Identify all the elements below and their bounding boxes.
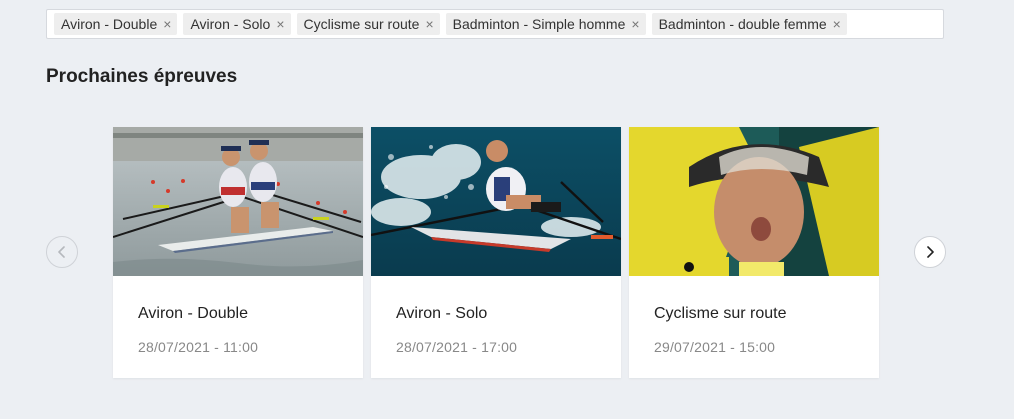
filter-tag: Badminton - double femme × — [651, 13, 847, 35]
event-title: Aviron - Solo — [396, 305, 488, 322]
event-date: 28/07/2021 - 11:00 — [138, 339, 259, 355]
event-title: Aviron - Double — [138, 305, 248, 322]
event-title: Cyclisme sur route — [654, 305, 787, 322]
chevron-right-icon — [927, 246, 934, 258]
event-date: 28/07/2021 - 17:00 — [396, 339, 518, 355]
rowing-single-photo — [371, 127, 621, 276]
remove-tag-icon[interactable]: × — [425, 17, 433, 31]
section-title: Prochaines épreuves — [46, 66, 238, 87]
remove-tag-icon[interactable]: × — [163, 17, 171, 31]
filter-tag: Badminton - Simple homme × — [445, 13, 646, 35]
rowing-double-photo — [113, 127, 363, 276]
carousel-next-button[interactable] — [914, 236, 946, 268]
remove-tag-icon[interactable]: × — [631, 17, 639, 31]
chevron-left-icon — [58, 246, 65, 258]
road-cycling-photo — [629, 127, 879, 276]
filter-tag: Aviron - Solo × — [183, 13, 291, 35]
event-card[interactable]: Cyclisme sur route 29/07/2021 - 15:00 — [629, 127, 879, 378]
filter-tag-label: Badminton - double femme — [658, 16, 827, 32]
filter-tag: Cyclisme sur route × — [296, 13, 440, 35]
event-date: 29/07/2021 - 15:00 — [654, 339, 776, 355]
filter-tag-label: Cyclisme sur route — [303, 16, 420, 32]
filter-tag: Aviron - Double × — [54, 13, 178, 35]
filter-tag-label: Aviron - Solo — [190, 16, 271, 32]
filter-tag-label: Badminton - Simple homme — [452, 16, 626, 32]
filter-tags-input[interactable]: Aviron - Double × Aviron - Solo × Cyclis… — [46, 9, 944, 39]
remove-tag-icon[interactable]: × — [276, 17, 284, 31]
event-card[interactable]: Aviron - Solo 28/07/2021 - 17:00 — [371, 127, 621, 378]
event-card[interactable]: Aviron - Double 28/07/2021 - 11:00 — [113, 127, 363, 378]
filter-tag-label: Aviron - Double — [61, 16, 158, 32]
remove-tag-icon[interactable]: × — [833, 17, 841, 31]
carousel-prev-button[interactable] — [46, 236, 78, 268]
